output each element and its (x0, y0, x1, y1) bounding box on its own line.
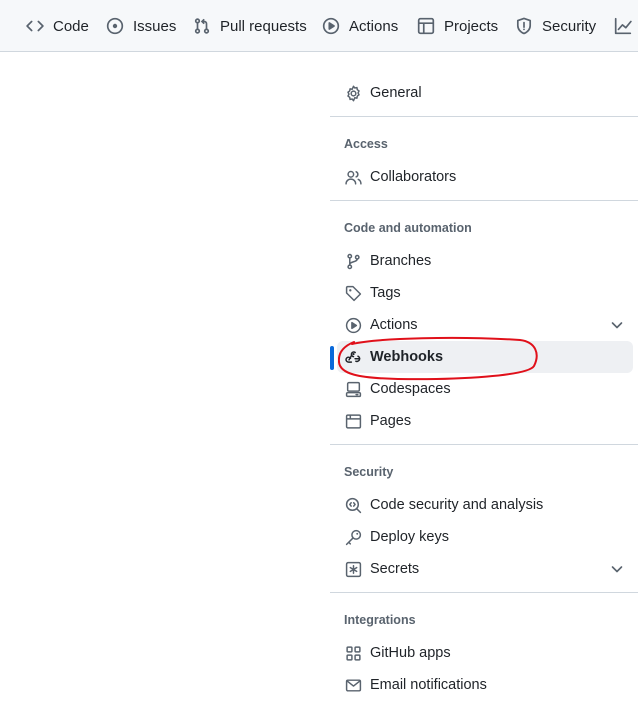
section-divider (330, 592, 638, 593)
browser-icon (345, 414, 362, 429)
play-icon (345, 317, 362, 334)
chevron-down-icon[interactable] (609, 561, 625, 577)
sidebar-item-general[interactable]: General (337, 77, 633, 109)
code-icon (26, 20, 44, 32)
shield-icon (516, 17, 532, 35)
tab-security[interactable]: Security (515, 0, 597, 51)
git-pull-request-icon (194, 18, 210, 34)
section-divider (330, 200, 638, 201)
sidebar-item-label: Tags (370, 285, 401, 301)
tab-label: Issues (133, 17, 177, 35)
tab-label: Pull requests (220, 17, 307, 35)
tab-actions[interactable]: Actions (322, 0, 399, 51)
sidebar-item-deploy-keys[interactable]: Deploy keys (337, 521, 633, 553)
tag-icon (345, 285, 362, 302)
graph-icon (614, 17, 632, 35)
sidebar-item-label: Pages (370, 413, 412, 429)
issue-opened-icon (106, 17, 124, 35)
sidebar-item-webhooks[interactable]: Webhooks (337, 341, 633, 373)
sidebar-item-label: Actions (370, 317, 418, 333)
section-divider (330, 444, 638, 445)
sidebar-item-secrets[interactable]: Secrets (337, 553, 633, 585)
sidebar-item-branches[interactable]: Branches (337, 245, 633, 277)
sidebar-item-label: Secrets (370, 561, 420, 577)
sidebar-item-tags[interactable]: Tags (337, 277, 633, 309)
sidebar-item-github-apps[interactable]: GitHub apps (337, 637, 633, 669)
codescan-icon (345, 497, 362, 514)
sidebar-item-actions[interactable]: Actions (337, 309, 633, 341)
sidebar-item-codespaces[interactable]: Codespaces (337, 373, 633, 405)
tab-pull-requests[interactable]: Pull requests (193, 0, 307, 51)
section-heading-access: Access (344, 137, 388, 151)
tab-label: Actions (349, 17, 399, 35)
tab-label: Security (542, 17, 597, 35)
sidebar-item-label: Deploy keys (370, 529, 449, 545)
active-indicator (330, 346, 334, 370)
chevron-down-icon[interactable] (609, 317, 625, 333)
git-branch-icon (347, 253, 360, 270)
people-icon (345, 170, 362, 185)
play-icon (322, 17, 340, 35)
codespaces-icon (345, 381, 362, 398)
sidebar-item-label: General (370, 85, 422, 101)
mail-icon (345, 679, 362, 692)
sidebar-item-label: Branches (370, 253, 432, 269)
sidebar-item-code-security[interactable]: Code security and analysis (337, 489, 633, 521)
asterisk-icon (345, 561, 362, 578)
sidebar-item-label: GitHub apps (370, 645, 451, 661)
section-heading-code-and-automation: Code and automation (344, 221, 472, 235)
sidebar-item-label: Email notifications (370, 677, 487, 693)
sidebar-item-email-notifications[interactable]: Email notifications (337, 669, 633, 701)
apps-icon (346, 646, 361, 661)
section-divider (330, 116, 638, 117)
sidebar-item-label: Code security and analysis (370, 497, 544, 513)
tab-label: Code (53, 17, 89, 35)
sidebar-item-collaborators[interactable]: Collaborators (337, 161, 633, 193)
key-icon (345, 529, 362, 546)
tab-projects[interactable]: Projects (417, 0, 499, 51)
gear-icon (347, 85, 360, 102)
tab-insights[interactable] (614, 0, 638, 51)
sidebar-item-label: Webhooks (370, 349, 444, 365)
webhook-icon (345, 351, 361, 363)
sidebar-item-label: Collaborators (370, 169, 457, 185)
table-icon (417, 17, 435, 35)
sidebar-item-label: Codespaces (370, 381, 451, 397)
sidebar-item-pages[interactable]: Pages (337, 405, 633, 437)
tab-label: Projects (444, 17, 499, 35)
tab-issues[interactable]: Issues (106, 0, 177, 51)
section-heading-security: Security (344, 465, 394, 479)
section-heading-integrations: Integrations (344, 613, 416, 627)
repo-nav: Code Issues Pull requests Actions Projec… (0, 0, 638, 52)
tab-code[interactable]: Code (26, 0, 89, 51)
